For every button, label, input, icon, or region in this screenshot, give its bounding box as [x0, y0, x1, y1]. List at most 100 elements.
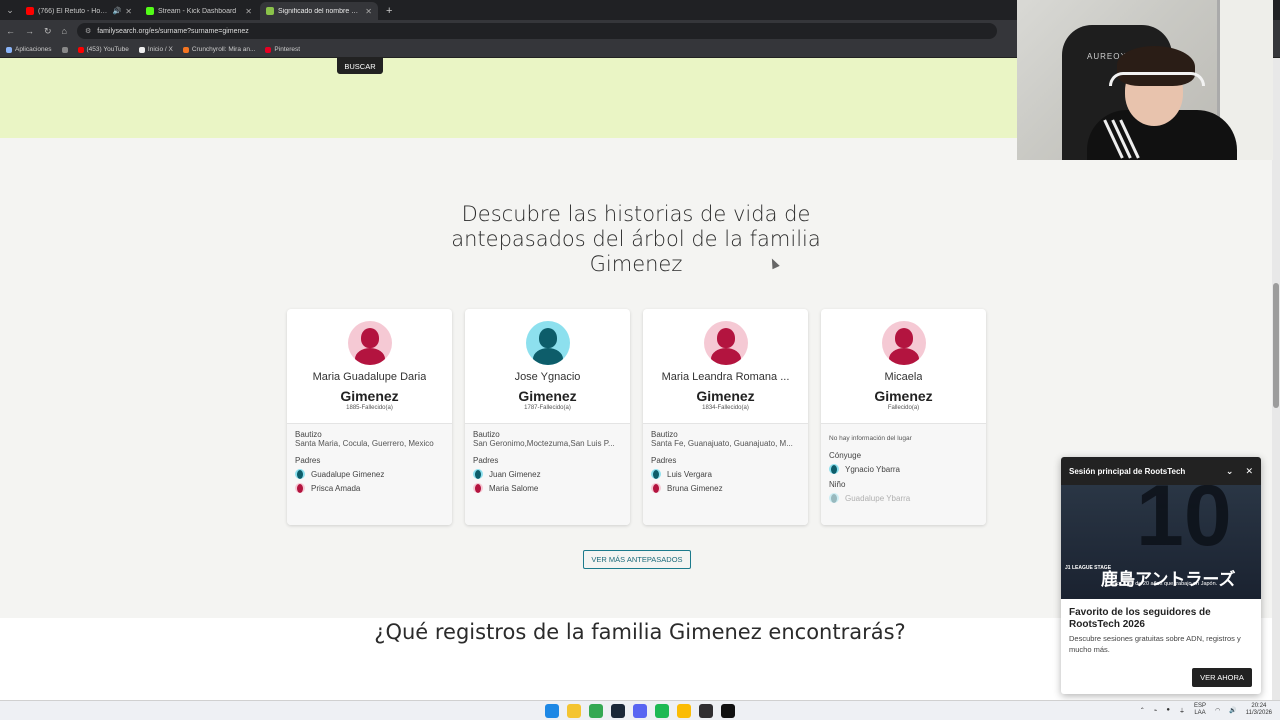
volume-icon[interactable]: 🔊 [1229, 707, 1236, 714]
bookmark-apps[interactable]: Aplicaciones [6, 46, 52, 53]
youtube-icon [77, 46, 84, 53]
bookmark-youtube[interactable]: (453) YouTube [77, 46, 129, 53]
file-explorer-icon[interactable] [567, 704, 581, 718]
grid-icon [61, 46, 68, 53]
given-name: Maria Leandra Romana ... [661, 371, 790, 383]
scrollbar-thumb[interactable] [1273, 283, 1279, 408]
relative[interactable]: Luis Vergara [651, 469, 800, 479]
watch-now-button[interactable]: VER AHORA [1192, 668, 1252, 687]
site-info-icon[interactable]: ⚙ [85, 27, 91, 35]
obs-icon[interactable] [699, 704, 713, 718]
network-icon[interactable]: ⌁ [1154, 707, 1158, 714]
language-indicator[interactable]: ESP LAA [1194, 703, 1206, 717]
forward-icon[interactable]: → [25, 26, 34, 36]
event-place: Santa Fe, Guanajuato, Guanajuato, M... [651, 439, 793, 448]
ancestor-card[interactable]: Micaela Gimenez Fallecido(a) No hay info… [821, 309, 986, 525]
close-icon[interactable]: ✕ [1245, 466, 1253, 477]
male-avatar-icon [473, 469, 483, 479]
speaker-icon[interactable]: 🔊 [113, 7, 122, 15]
page-scrollbar[interactable] [1272, 58, 1280, 700]
relative[interactable]: Prisca Amada [295, 483, 444, 493]
crunchyroll-icon [182, 46, 189, 53]
url-input[interactable]: ⚙ familysearch.org/es/surname?surname=gi… [76, 23, 997, 39]
ancestor-card[interactable]: Maria Leandra Romana ... Gimenez 1834-Fa… [643, 309, 808, 525]
popup-video-thumbnail[interactable]: 10 J1 LEAGUE STAGE 鹿島アントラーズ Y hace más d… [1061, 485, 1261, 599]
close-tab-icon[interactable]: ✕ [245, 7, 252, 16]
event-label: Bautizo [295, 430, 322, 439]
new-tab-icon[interactable]: + [380, 5, 398, 20]
reload-icon[interactable]: ↻ [44, 26, 52, 37]
ancestor-card[interactable]: Maria Guadalupe Daria Gimenez 1885-Falle… [287, 309, 452, 525]
female-avatar-icon [651, 483, 661, 493]
parents-label: Padres [651, 456, 677, 465]
headphones [1109, 72, 1205, 86]
ancestor-card[interactable]: Jose Ygnacio Gimenez 1787-Fallecido(a) B… [465, 309, 630, 525]
close-tab-icon[interactable]: ✕ [365, 7, 372, 16]
female-avatar-icon [703, 321, 748, 365]
capcut-icon[interactable] [721, 704, 735, 718]
event-place: Santa Maria, Cocula, Guerrero, Mexico [295, 439, 434, 448]
relative-name: Guadalupe Gimenez [311, 469, 385, 479]
records-heading: ¿Qué registros de la familia Gimenez enc… [374, 620, 906, 644]
clock-time: 20:24 [1251, 703, 1267, 709]
tab-familysearch[interactable]: Significado del nombre Gimenez ✕ [260, 2, 378, 20]
wifi-icon[interactable]: ◠ [1215, 707, 1220, 714]
relative-name: Maria Salome [489, 483, 539, 493]
life-dates: Fallecido(a) [887, 405, 920, 411]
relative[interactable]: Bruna Gimenez [651, 483, 800, 493]
lang-layout: LAA [1194, 710, 1206, 716]
bookmark-label: Crunchyroll: Mira an... [191, 46, 256, 53]
search-button[interactable]: BUSCAR [337, 58, 383, 74]
bookmark-pinterest[interactable]: Pinterest [265, 46, 300, 53]
close-tab-icon[interactable]: ✕ [125, 7, 132, 16]
card-header: Maria Guadalupe Daria Gimenez 1885-Falle… [287, 309, 452, 424]
male-avatar-icon [525, 321, 570, 365]
spotify-icon[interactable] [655, 704, 669, 718]
system-tray: ⌃ ⌁ ● ⏚ ESP LAA ◠ 🔊 20:24 11/3/2026 [1140, 703, 1272, 717]
relative[interactable]: Ygnacio Ybarra [829, 464, 978, 474]
female-avatar-icon [295, 483, 305, 493]
male-avatar-icon [829, 493, 839, 503]
bookmark-label: (453) YouTube [86, 46, 129, 53]
relative-name: Bruna Gimenez [667, 483, 723, 493]
tab-search-icon[interactable]: ⌄ [0, 0, 20, 20]
given-name: Jose Ygnacio [514, 371, 581, 383]
chevron-up-icon[interactable]: ⌃ [1140, 707, 1145, 714]
see-more-ancestors-button[interactable]: VER MÁS ANTEPASADOS [583, 550, 691, 569]
back-icon[interactable]: ← [6, 26, 15, 36]
mic-icon[interactable]: ● [1166, 707, 1170, 713]
event-place: San Geronimo,Moctezuma,San Luis P... [473, 439, 615, 448]
clock[interactable]: 20:24 11/3/2026 [1246, 703, 1272, 717]
usb-icon[interactable]: ⏚ [1179, 706, 1185, 715]
ancestor-cards: Maria Guadalupe Daria Gimenez 1885-Falle… [287, 309, 986, 525]
thumbnail-big-number: 10 [1136, 485, 1232, 564]
card-header: Jose Ygnacio Gimenez 1787-Fallecido(a) [465, 309, 630, 424]
bookmark-folder[interactable] [61, 46, 68, 53]
bookmark-x[interactable]: Inicio / X [138, 46, 173, 53]
tab-kick[interactable]: Stream - Kick Dashboard ✕ [140, 2, 258, 20]
chrome-icon[interactable] [589, 704, 603, 718]
heading-line: Descubre las historias de vida de [461, 202, 811, 226]
discord-icon[interactable] [633, 704, 647, 718]
tab-title: Stream - Kick Dashboard [158, 7, 237, 15]
bookmark-crunchyroll[interactable]: Crunchyroll: Mira an... [182, 46, 256, 53]
male-avatar-icon [651, 469, 661, 479]
familysearch-favicon-icon [266, 7, 274, 15]
chrome-alt-icon[interactable] [677, 704, 691, 718]
steam-icon[interactable] [611, 704, 625, 718]
event-label: Bautizo [651, 430, 678, 439]
home-icon[interactable]: ⌂ [62, 26, 67, 36]
relative-name: Luis Vergara [667, 469, 712, 479]
popup-description: Descubre sesiones gratuitas sobre ADN, r… [1069, 634, 1241, 654]
relative[interactable]: Guadalupe Ybarra [829, 493, 978, 503]
relative-name: Juan Gimenez [489, 469, 541, 479]
relative[interactable]: Maria Salome [473, 483, 622, 493]
chevron-down-icon[interactable]: ⌄ [1226, 466, 1234, 477]
relative[interactable]: Juan Gimenez [473, 469, 622, 479]
windows-start-icon[interactable] [545, 704, 559, 718]
tab-youtube[interactable]: (766) El Retuto - Hoy Volví 🔊 ✕ [20, 2, 138, 20]
card-details: No hay información del lugar Cónyuge Ygn… [821, 424, 986, 525]
thumbnail-caption: Y hace más de 20 años que trabajo en Jap… [1104, 581, 1218, 587]
relative[interactable]: Guadalupe Gimenez [295, 469, 444, 479]
surname: Gimenez [340, 388, 399, 404]
